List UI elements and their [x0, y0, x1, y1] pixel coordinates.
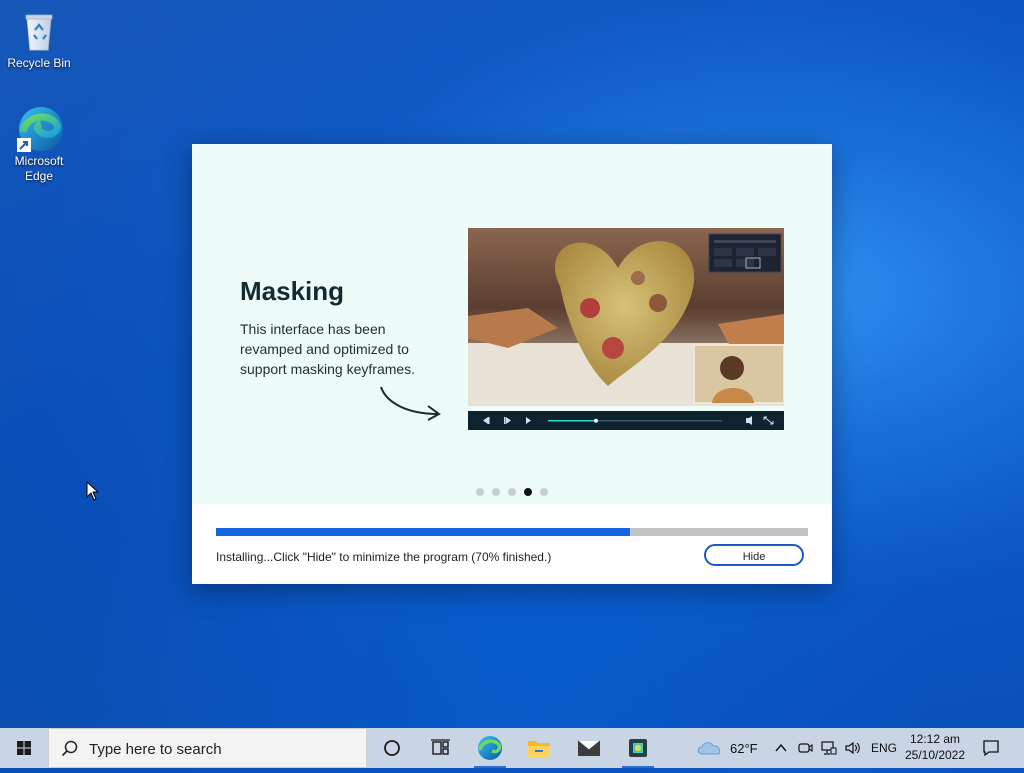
install-progress-bar	[216, 528, 808, 536]
mouse-cursor-icon	[86, 481, 100, 501]
carousel-dot[interactable]	[508, 488, 516, 496]
arrow-icon	[380, 386, 441, 421]
windows-logo-icon	[17, 741, 31, 755]
carousel-dot-active[interactable]	[524, 488, 532, 496]
clock-time: 12:12 am	[909, 732, 961, 746]
search-icon	[61, 740, 78, 757]
taskbar-edge[interactable]	[466, 728, 514, 768]
volume-icon[interactable]	[844, 740, 862, 756]
edge-icon	[478, 736, 502, 760]
feature-slide: Masking This interface has been revamped…	[192, 144, 832, 504]
chevron-up-icon[interactable]	[774, 741, 788, 755]
weather-widget[interactable]	[696, 738, 724, 758]
start-button[interactable]	[0, 728, 48, 768]
edge-icon	[15, 104, 63, 152]
install-status-text: Installing...Click "Hide" to minimize th…	[216, 550, 552, 564]
weather-temp[interactable]: 62°F	[730, 741, 758, 756]
clock[interactable]: 12:12 am 25/10/2022	[900, 731, 970, 763]
language-indicator[interactable]: ENG	[871, 741, 897, 755]
player-controls	[468, 411, 784, 430]
installer-icon	[629, 739, 647, 757]
cortana-button[interactable]	[368, 728, 416, 768]
hide-button[interactable]: Hide	[704, 544, 804, 566]
feature-preview-image	[468, 228, 784, 406]
carousel-dot[interactable]	[476, 488, 484, 496]
mail-icon	[577, 740, 601, 756]
notifications-icon[interactable]	[982, 739, 1000, 757]
clock-date: 25/10/2022	[904, 748, 966, 762]
slide-description: This interface has been revamped and opt…	[240, 321, 416, 377]
task-view-button[interactable]	[416, 728, 464, 768]
file-explorer-icon	[528, 741, 550, 757]
edge-label: Microsoft Edge	[14, 154, 64, 183]
carousel-dot[interactable]	[492, 488, 500, 496]
cortana-icon	[384, 740, 400, 756]
search-placeholder: Type here to search	[89, 741, 222, 758]
taskbar-mail[interactable]	[565, 728, 613, 768]
task-view-icon	[431, 739, 450, 755]
taskbar-file-explorer[interactable]	[515, 728, 563, 768]
taskbar-installer[interactable]	[614, 728, 662, 768]
recycle-bin-icon	[15, 6, 63, 54]
recycle-bin-label: Recycle Bin	[7, 56, 71, 70]
desktop-icon-edge[interactable]: Microsoft Edge	[1, 104, 77, 184]
meet-now-icon[interactable]	[797, 740, 813, 756]
desktop-icon-recycle-bin[interactable]: Recycle Bin	[1, 6, 77, 71]
cloud-icon	[697, 742, 721, 755]
install-progress-fill	[216, 528, 631, 536]
installer-window: Masking This interface has been revamped…	[192, 144, 832, 584]
taskbar-search-box[interactable]: Type here to search	[48, 728, 367, 768]
taskbar: Type here to search 62°F ENG 12:12 am 25…	[0, 728, 1024, 768]
network-icon[interactable]	[820, 740, 838, 756]
carousel-dot[interactable]	[540, 488, 548, 496]
slide-title: Masking	[240, 276, 345, 306]
